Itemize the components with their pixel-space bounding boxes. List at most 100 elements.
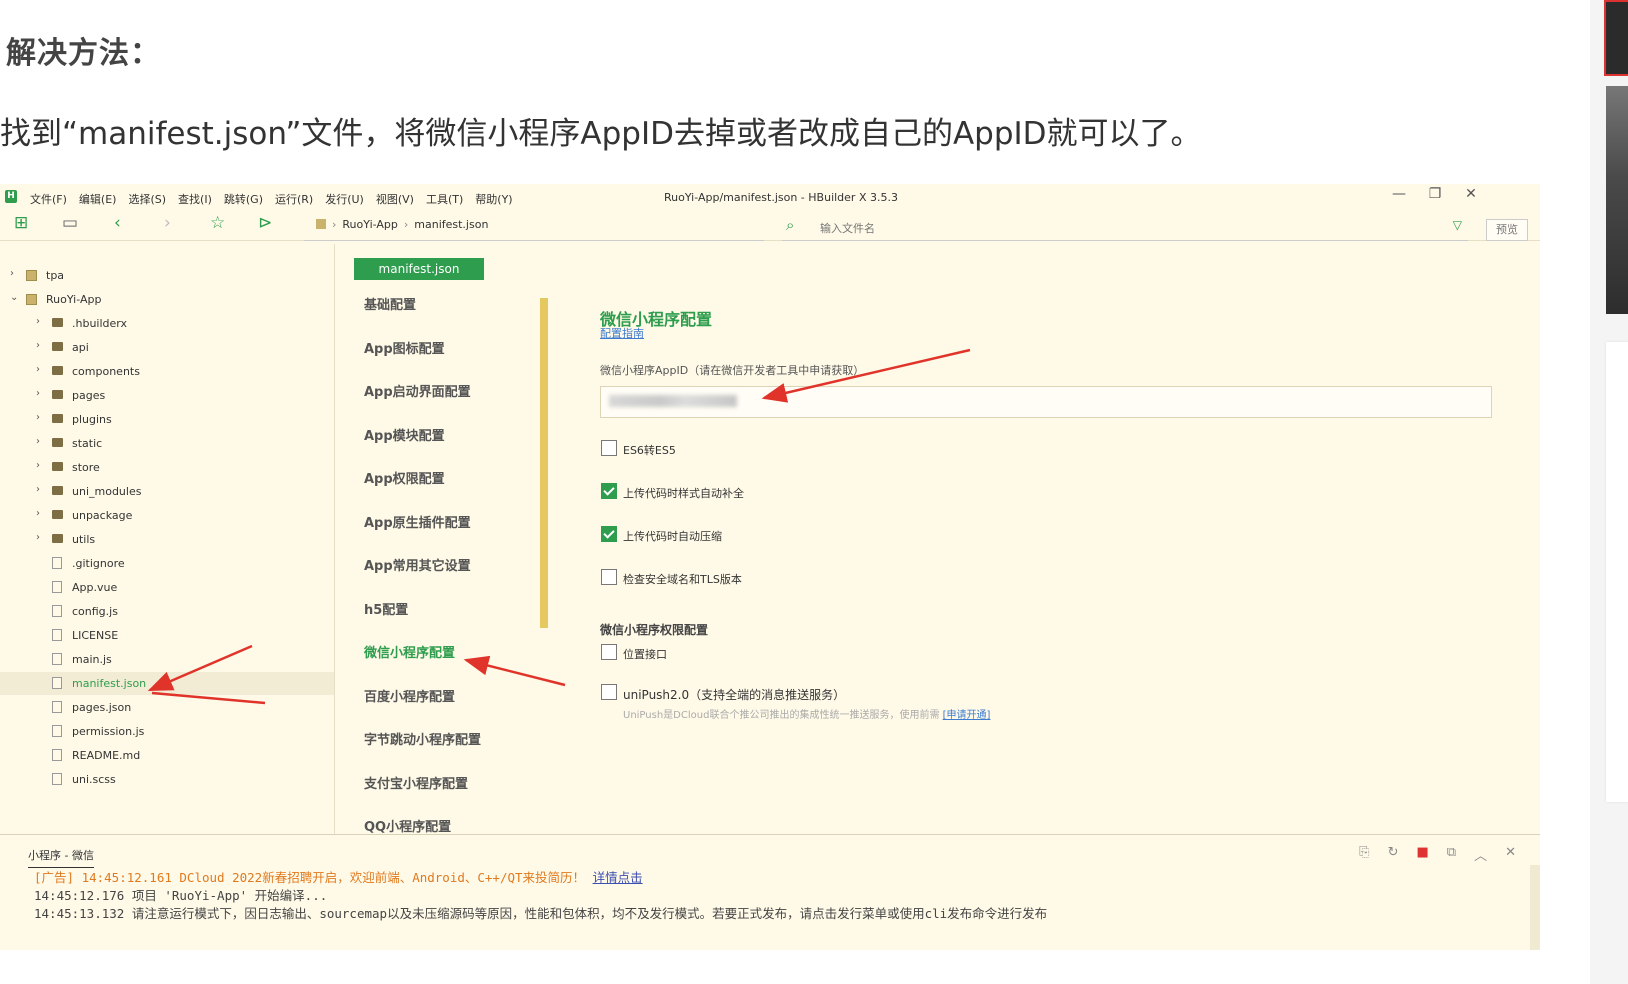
config-nav-item[interactable]: App图标配置 xyxy=(364,338,445,357)
console-tab-wechat[interactable]: 小程序 - 微信 xyxy=(28,847,94,868)
chevron-down-icon[interactable]: ⌄ xyxy=(10,292,18,303)
forward-icon[interactable]: › xyxy=(164,213,171,233)
run-icon[interactable]: ⊳ xyxy=(258,213,272,233)
option-checkbox[interactable] xyxy=(601,526,617,542)
tree-folder[interactable]: › components xyxy=(0,360,334,383)
breadcrumb-file[interactable]: manifest.json xyxy=(414,218,488,231)
config-nav-item[interactable]: App权限配置 xyxy=(364,468,445,487)
unipush-apply-link[interactable]: [申请开通] xyxy=(943,710,991,721)
menu-item[interactable]: 运行(R) xyxy=(275,191,313,207)
star-icon[interactable]: ☆ xyxy=(210,213,225,233)
restart-icon[interactable]: ↻ xyxy=(1388,845,1399,864)
folder-icon xyxy=(52,366,63,375)
config-nav-item[interactable]: App启动界面配置 xyxy=(364,381,471,400)
config-nav-item[interactable]: 支付宝小程序配置 xyxy=(364,773,468,792)
folder-icon xyxy=(52,486,63,495)
chevron-right-icon[interactable]: › xyxy=(36,364,40,375)
thumbnail-image[interactable] xyxy=(1604,0,1628,76)
stop-icon[interactable]: ■ xyxy=(1416,845,1428,864)
tree-folder[interactable]: › .hbuilderx xyxy=(0,312,334,335)
chevron-right-icon[interactable]: › xyxy=(36,412,40,423)
tab-manifest[interactable]: manifest.json xyxy=(354,258,484,280)
open-devtools-icon[interactable]: ⧉ xyxy=(1447,845,1456,864)
menu-item[interactable]: 跳转(G) xyxy=(224,191,263,207)
tree-folder[interactable]: › uni_modules xyxy=(0,480,334,503)
tree-file[interactable]: permission.js xyxy=(0,720,334,743)
config-nav-item[interactable]: 微信小程序配置 xyxy=(364,642,455,661)
minimize-icon[interactable]: — xyxy=(1392,186,1406,202)
clear-console-icon[interactable]: ⎘ xyxy=(1359,845,1369,864)
chevron-right-icon[interactable]: › xyxy=(10,268,14,279)
console-scrollbar[interactable] xyxy=(1530,865,1540,950)
tree-folder[interactable]: › pages xyxy=(0,384,334,407)
chevron-right-icon[interactable]: › xyxy=(36,508,40,519)
tree-file[interactable]: uni.scss xyxy=(0,768,334,791)
chevron-right-icon[interactable]: › xyxy=(36,340,40,351)
back-icon[interactable]: ‹ xyxy=(114,213,121,233)
unipush-label: uniPush2.0（支持全端的消息推送服务） xyxy=(623,688,846,702)
tree-project[interactable]: › tpa xyxy=(0,264,334,287)
tree-file[interactable]: LICENSE xyxy=(0,624,334,647)
chevron-right-icon[interactable]: › xyxy=(36,436,40,447)
option-checkbox[interactable] xyxy=(601,440,617,456)
config-nav-item[interactable]: App原生插件配置 xyxy=(364,512,471,531)
tree-file[interactable]: main.js xyxy=(0,648,334,671)
unipush-checkbox[interactable] xyxy=(601,684,617,700)
tree-folder[interactable]: › store xyxy=(0,456,334,479)
thumbnail-image[interactable] xyxy=(1606,86,1628,314)
chevron-right-icon[interactable]: › xyxy=(36,316,40,327)
new-file-icon[interactable]: ⊞ xyxy=(14,213,28,233)
save-icon[interactable]: ▭ xyxy=(62,213,78,233)
config-nav-item[interactable]: App模块配置 xyxy=(364,425,445,444)
collapse-icon[interactable]: ︿ xyxy=(1474,845,1487,864)
tree-folder[interactable]: › static xyxy=(0,432,334,455)
tree-item-label: components xyxy=(72,365,140,378)
config-nav-item[interactable]: 百度小程序配置 xyxy=(364,686,455,705)
config-nav-item[interactable]: QQ小程序配置 xyxy=(364,816,451,835)
tree-file[interactable]: config.js xyxy=(0,600,334,623)
chevron-right-icon[interactable]: › xyxy=(36,532,40,543)
option-checkbox[interactable] xyxy=(601,569,617,585)
appid-input[interactable] xyxy=(600,386,1492,418)
config-nav-item[interactable]: App常用其它设置 xyxy=(364,555,471,574)
tree-file[interactable]: .gitignore xyxy=(0,552,334,575)
tree-folder[interactable]: › plugins xyxy=(0,408,334,431)
tree-folder[interactable]: › unpackage xyxy=(0,504,334,527)
menu-item[interactable]: 工具(T) xyxy=(426,191,463,207)
chevron-right-icon[interactable]: › xyxy=(36,460,40,471)
chevron-right-icon[interactable]: › xyxy=(36,388,40,399)
menu-item[interactable]: 帮助(Y) xyxy=(475,191,512,207)
close-console-icon[interactable]: ✕ xyxy=(1505,845,1516,864)
tree-file[interactable]: pages.json xyxy=(0,696,334,719)
menu-item[interactable]: 视图(V) xyxy=(376,191,414,207)
chevron-right-icon[interactable]: › xyxy=(36,484,40,495)
nav-scrollbar[interactable] xyxy=(540,298,548,628)
tree-file[interactable]: App.vue xyxy=(0,576,334,599)
tree-project[interactable]: ⌄ RuoYi-App xyxy=(0,288,334,311)
ad-detail-link[interactable]: 详情点击 xyxy=(593,870,643,885)
tree-folder[interactable]: › api xyxy=(0,336,334,359)
breadcrumb-project[interactable]: RuoYi-App xyxy=(342,218,397,231)
option-checkbox[interactable] xyxy=(601,483,617,499)
close-icon[interactable]: ✕ xyxy=(1464,186,1478,202)
config-nav-item[interactable]: h5配置 xyxy=(364,599,408,618)
menu-item[interactable]: 选择(S) xyxy=(128,191,166,207)
config-guide-link[interactable]: 配置指南 xyxy=(600,325,644,341)
tree-item-label: pages xyxy=(72,389,106,402)
option-label: ES6转ES5 xyxy=(623,444,676,457)
filter-icon[interactable]: ▽ xyxy=(1453,218,1462,232)
menu-item[interactable]: 编辑(E) xyxy=(79,191,117,207)
restore-icon[interactable]: ❐ xyxy=(1428,186,1442,202)
location-checkbox[interactable] xyxy=(601,644,617,660)
menu-item[interactable]: 查找(I) xyxy=(178,191,212,207)
preview-button[interactable]: 预览 xyxy=(1486,219,1528,241)
config-nav-item[interactable]: 基础配置 xyxy=(364,294,416,313)
menu-item[interactable]: 文件(F) xyxy=(30,191,67,207)
tree-file[interactable]: manifest.json xyxy=(0,672,334,695)
tree-item-label: uni.scss xyxy=(72,773,116,786)
search-input[interactable] xyxy=(818,218,1422,238)
tree-file[interactable]: README.md xyxy=(0,744,334,767)
tree-folder[interactable]: › utils xyxy=(0,528,334,551)
menu-item[interactable]: 发行(U) xyxy=(325,191,364,207)
config-nav-item[interactable]: 字节跳动小程序配置 xyxy=(364,729,481,748)
